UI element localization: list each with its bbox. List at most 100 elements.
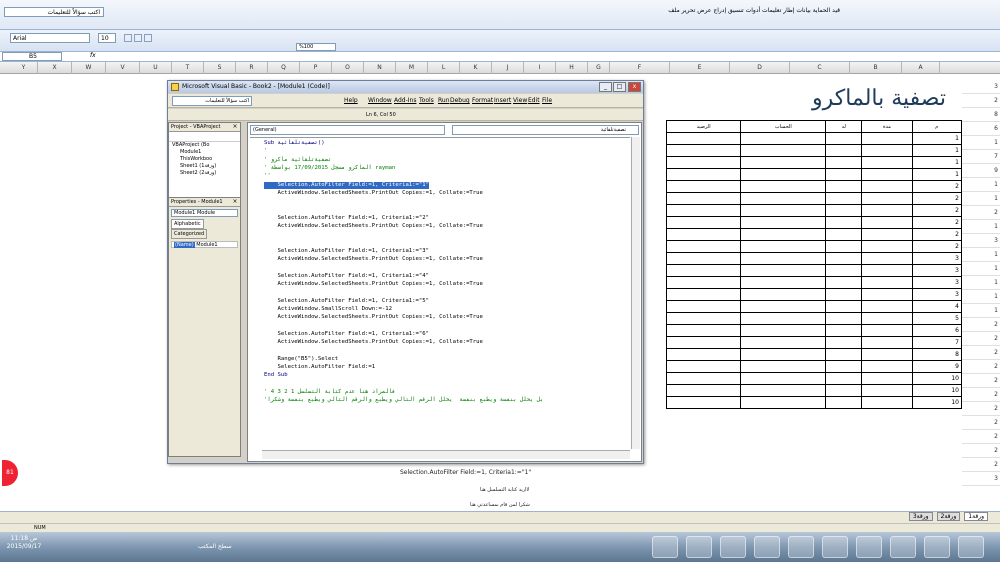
cell-value[interactable]: 2: [962, 416, 1000, 430]
app2-icon[interactable]: [788, 536, 814, 558]
table-row[interactable]: 2: [665, 192, 963, 205]
vba-ask-box[interactable]: اكتب سؤالاً للتعليمات: [172, 96, 252, 106]
firefox-icon[interactable]: [822, 536, 848, 558]
column-header[interactable]: P: [300, 62, 332, 74]
table-row[interactable]: 3: [665, 264, 963, 277]
tree-item[interactable]: Sheet2 (ورقة2): [172, 170, 240, 177]
skype-icon[interactable]: [652, 536, 678, 558]
column-header[interactable]: Y: [10, 62, 38, 74]
code-pane[interactable]: (General) تصفيةتلقائية Sub تصفيةتلقائية(…: [247, 122, 642, 462]
cell-value[interactable]: 1: [962, 220, 1000, 234]
horizontal-scrollbar[interactable]: [262, 450, 630, 459]
table-row[interactable]: 1: [665, 156, 963, 169]
row-number-cell[interactable]: 4: [911, 300, 963, 313]
cell-value[interactable]: 1: [962, 262, 1000, 276]
code-line[interactable]: ' فالمراد هنا عدم كتابة التسلسل 1 2 3 4: [264, 389, 395, 396]
cell-value[interactable]: 1: [962, 290, 1000, 304]
cell-value[interactable]: 2: [962, 94, 1000, 108]
italic-icon[interactable]: [134, 34, 142, 42]
table-row[interactable]: 1: [665, 168, 963, 181]
row-number-cell[interactable]: 3: [911, 288, 963, 301]
data-table[interactable]: الرصيد الحساب له مدة م 111122222233334567891…: [665, 120, 963, 409]
minimize-button[interactable]: _: [599, 82, 612, 92]
row-number-cell[interactable]: 6: [911, 324, 963, 337]
code-line[interactable]: '': [264, 173, 271, 180]
cell-value[interactable]: 1: [962, 192, 1000, 206]
column-header[interactable]: M: [396, 62, 428, 74]
project-explorer[interactable]: Project - VBAProject × VBAProject (Bo Modu…: [168, 122, 241, 202]
cell-value[interactable]: 3: [962, 472, 1000, 486]
column-header[interactable]: Q: [268, 62, 300, 74]
menu-item[interactable]: Window: [368, 97, 392, 104]
cell-value[interactable]: 2: [962, 430, 1000, 444]
procedure-combo[interactable]: تصفيةتلقائية: [452, 125, 639, 135]
table-row[interactable]: 6: [665, 324, 963, 337]
table-row[interactable]: 1: [665, 132, 963, 145]
column-header[interactable]: L: [428, 62, 460, 74]
cell-value[interactable]: 2: [962, 458, 1000, 472]
table-row[interactable]: 10: [665, 384, 963, 397]
row-number-cell[interactable]: 2: [911, 204, 963, 217]
code-line[interactable]: ' تصفيةتلقائية ماكرو: [264, 157, 331, 164]
tree-item[interactable]: VBAProject (Bo: [172, 142, 240, 149]
cell-value[interactable]: 2: [962, 346, 1000, 360]
menu-item[interactable]: Tools: [419, 97, 434, 104]
cell-value[interactable]: 9: [962, 164, 1000, 178]
maximize-button[interactable]: □: [613, 82, 626, 92]
explorer-icon[interactable]: [958, 536, 984, 558]
cell-value[interactable]: 2: [962, 318, 1000, 332]
menu-item[interactable]: File: [542, 97, 552, 104]
table-row[interactable]: 10: [665, 396, 963, 409]
row-number-cell[interactable]: 10: [911, 384, 963, 397]
row-number-cell[interactable]: 2: [911, 192, 963, 205]
code-line[interactable]: Selection.AutoFilter Field:=1, Criteria1…: [264, 273, 429, 280]
close-icon[interactable]: ×: [231, 198, 239, 206]
column-header[interactable]: J: [492, 62, 524, 74]
menu-item[interactable]: Format: [472, 97, 493, 104]
row-number-cell[interactable]: 1: [911, 168, 963, 181]
font-size-box[interactable]: 10: [98, 33, 116, 43]
row-number-cell[interactable]: 9: [911, 360, 963, 373]
tree-item[interactable]: Module1: [172, 149, 240, 156]
row-number-cell[interactable]: 1: [911, 144, 963, 157]
row-number-cell[interactable]: 2: [911, 240, 963, 253]
sheet-tab[interactable]: ورقة2: [936, 512, 961, 521]
code-line[interactable]: Selection.AutoFilter Field:=1, Criteria1…: [264, 215, 429, 222]
code-line[interactable]: ActiveWindow.SelectedSheets.PrintOut Cop…: [264, 256, 482, 263]
cell-value[interactable]: 3: [962, 80, 1000, 94]
code-line[interactable]: End Sub: [264, 372, 288, 379]
table-row[interactable]: 3: [665, 276, 963, 289]
bold-icon[interactable]: [124, 34, 132, 42]
cell-value[interactable]: 2: [962, 444, 1000, 458]
menu-item[interactable]: Help: [344, 97, 358, 104]
table-row[interactable]: 5: [665, 312, 963, 325]
row-number-cell[interactable]: 3: [911, 264, 963, 277]
ask-question-box[interactable]: اكتب سؤالاً للتعليمات: [4, 7, 104, 17]
row-number-cell[interactable]: 1: [911, 132, 963, 145]
column-header[interactable]: I: [524, 62, 556, 74]
properties-window[interactable]: Properties - Module1 × Module1 Module Alp…: [168, 197, 241, 457]
zoom-box[interactable]: %100: [296, 43, 336, 51]
code-line[interactable]: Sub تصفيةتلقائية(): [264, 140, 325, 147]
menu-item[interactable]: Edit: [528, 97, 540, 104]
cell-value[interactable]: 2: [962, 402, 1000, 416]
row-number-cell[interactable]: 5: [911, 312, 963, 325]
cell-value[interactable]: 1: [962, 276, 1000, 290]
column-header[interactable]: B: [850, 62, 902, 74]
menu-item[interactable]: Run: [438, 97, 450, 104]
cell-value[interactable]: 1: [962, 304, 1000, 318]
table-row[interactable]: 2: [665, 216, 963, 229]
tab-categorized[interactable]: Categorized: [171, 229, 208, 239]
code-line[interactable]: ActiveWindow.SelectedSheets.PrintOut Cop…: [264, 190, 482, 197]
row-number-cell[interactable]: 2: [911, 216, 963, 229]
close-icon[interactable]: ×: [231, 123, 239, 131]
code-editor[interactable]: Sub تصفيةتلقائية() ' ' تصفيةتلقائية ماكرو '…: [250, 137, 630, 449]
code-line[interactable]: ': [264, 148, 267, 155]
column-header[interactable]: X: [38, 62, 72, 74]
row-number-cell[interactable]: 1: [911, 156, 963, 169]
column-header[interactable]: W: [72, 62, 106, 74]
cell-value[interactable]: 1: [962, 136, 1000, 150]
excel-icon[interactable]: [924, 536, 950, 558]
underline-icon[interactable]: [144, 34, 152, 42]
row-number-cell[interactable]: 2: [911, 228, 963, 241]
